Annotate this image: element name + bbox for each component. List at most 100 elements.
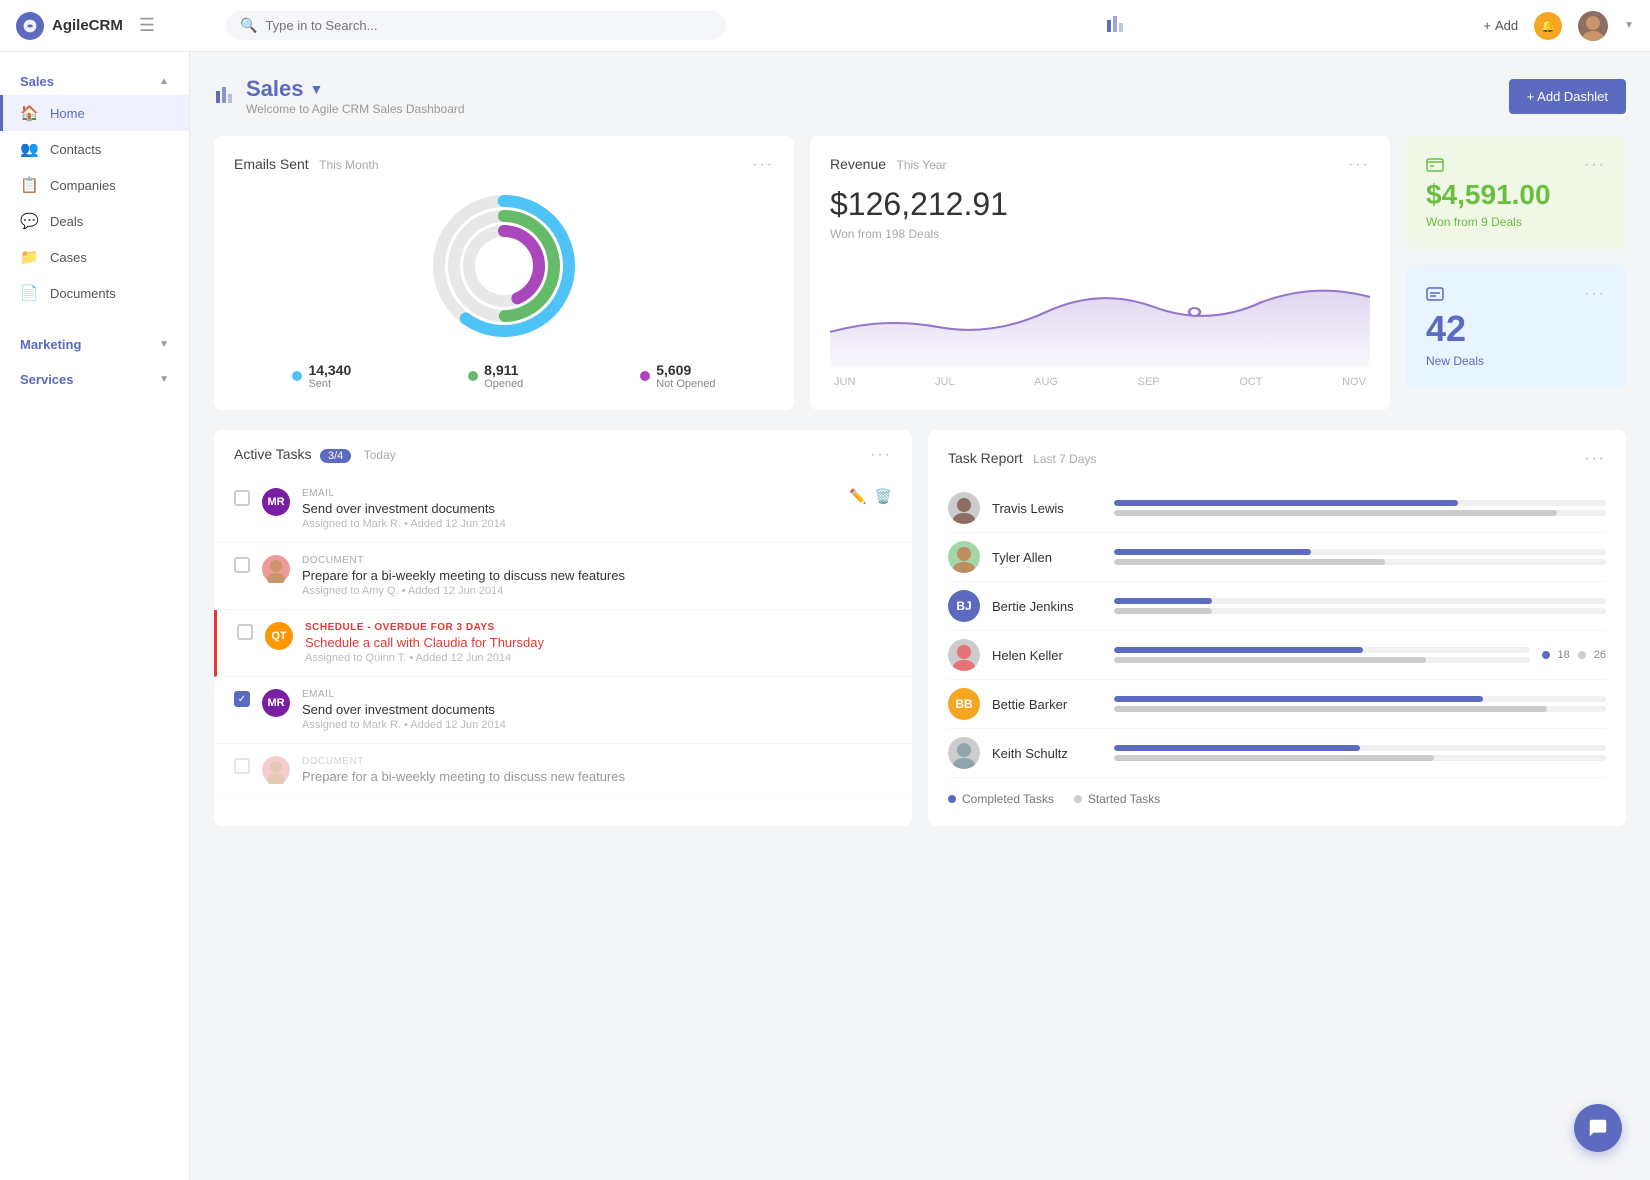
deals-won-amount: $4,591.00 — [1426, 179, 1606, 211]
task-actions-1: ✏️ 🗑️ — [849, 488, 892, 505]
user-menu-arrow[interactable]: ▼ — [1624, 20, 1634, 31]
revenue-card-header: Revenue This Year ··· — [830, 156, 1370, 174]
sidebar-item-cases[interactable]: 📁 Cases — [0, 239, 189, 275]
sidebar-item-companies[interactable]: 📋 Companies — [0, 167, 189, 203]
task-item-overdue: QT SCHEDULE - OVERDUE FOR 3 DAYS Schedul… — [214, 610, 912, 677]
deals-won-card: ··· $4,591.00 Won from 9 Deals — [1406, 136, 1626, 249]
tasks-header: Active Tasks 3/4 Today ··· — [214, 430, 912, 476]
deals-won-desc: Won from 9 Deals — [1426, 215, 1606, 229]
month-jun: JUN — [834, 376, 855, 388]
task-content-5: DOCUMENT Prepare for a bi-weekly meeting… — [302, 756, 892, 786]
report-name-bettie: Bettie Barker — [992, 697, 1102, 712]
add-dashlet-button[interactable]: + Add Dashlet — [1509, 79, 1626, 114]
report-card-menu[interactable]: ··· — [1584, 450, 1606, 468]
legend-completed-dot — [948, 795, 956, 803]
home-icon: 🏠 — [20, 104, 38, 122]
dashboard-title[interactable]: Sales ▼ — [246, 76, 465, 102]
report-item-helen: Helen Keller 18 26 — [948, 631, 1606, 680]
chat-bubble-button[interactable] — [1574, 1104, 1622, 1152]
search-bar: 🔍 — [226, 11, 726, 40]
search-input[interactable] — [265, 18, 712, 33]
task-avatar-3: QT — [265, 622, 293, 650]
dashboard-header: Sales ▼ Welcome to Agile CRM Sales Dashb… — [214, 76, 1626, 116]
dashboard-subtitle: Welcome to Agile CRM Sales Dashboard — [246, 102, 465, 116]
donut-chart — [234, 186, 774, 346]
emails-card-title-area: Emails Sent This Month — [234, 156, 379, 174]
revenue-chart: JUN JUL AUG SEP OCT NOV — [830, 257, 1370, 388]
donut-stats: 14,340 Sent 8,911 Opened — [234, 362, 774, 390]
report-avatar-travis — [948, 492, 980, 524]
revenue-card-menu[interactable]: ··· — [1348, 156, 1370, 174]
task-edit-icon[interactable]: ✏️ — [849, 488, 866, 505]
started-dot — [1578, 651, 1586, 659]
sidebar-item-documents[interactable]: 📄 Documents — [0, 275, 189, 311]
report-item-bertie: BJ Bertie Jenkins — [948, 582, 1606, 631]
sales-dropdown-arrow[interactable]: ▼ — [310, 81, 324, 97]
sidebar: Sales ▲ 🏠 Home 👥 Contacts 📋 Companies 💬 … — [0, 52, 190, 1180]
progress-bars-travis — [1114, 500, 1606, 516]
dashboard-icon — [214, 83, 236, 110]
report-name-keith: Keith Schultz — [992, 746, 1102, 761]
report-item-bettie: BB Bettie Barker — [948, 680, 1606, 729]
avatar[interactable] — [1578, 11, 1608, 41]
marketing-section-header[interactable]: Marketing ▼ — [0, 327, 189, 358]
new-deals-menu[interactable]: ··· — [1584, 285, 1606, 303]
sidebar-item-contacts[interactable]: 👥 Contacts — [0, 131, 189, 167]
bottom-row: Active Tasks 3/4 Today ··· MR EMAIL Send… — [214, 430, 1626, 826]
deals-won-icon — [1426, 156, 1444, 179]
task-checkbox-5[interactable] — [234, 758, 250, 774]
sales-section-header[interactable]: Sales ▲ — [0, 64, 189, 95]
task-delete-icon[interactable]: 🗑️ — [875, 488, 892, 505]
progress-bars-bettie — [1114, 696, 1606, 712]
helen-counts: 18 26 — [1542, 649, 1607, 661]
task-checkbox-1[interactable] — [234, 490, 250, 506]
add-button[interactable]: + Add — [1483, 18, 1518, 33]
notifications-button[interactable]: 🔔 — [1534, 12, 1562, 40]
task-avatar-2 — [262, 555, 290, 583]
completed-dot — [1542, 651, 1550, 659]
not-opened-dot — [640, 371, 650, 381]
top-cards-row: Emails Sent This Month ··· — [214, 136, 1626, 410]
services-section-header[interactable]: Services ▼ — [0, 362, 189, 393]
report-avatar-bettie: BB — [948, 688, 980, 720]
task-avatar-5 — [262, 756, 290, 784]
task-content-4: EMAIL Send over investment documents Ass… — [302, 689, 892, 731]
report-name-helen: Helen Keller — [992, 648, 1102, 663]
emails-card-header: Emails Sent This Month ··· — [234, 156, 774, 174]
opened-dot — [468, 371, 478, 381]
report-item-travis: Travis Lewis — [948, 484, 1606, 533]
sidebar-item-deals[interactable]: 💬 Deals — [0, 203, 189, 239]
emails-card-menu[interactable]: ··· — [752, 156, 774, 174]
stat-not-opened: 5,609 Not Opened — [640, 362, 715, 390]
report-item-keith: Keith Schultz — [948, 729, 1606, 778]
tasks-card-menu[interactable]: ··· — [870, 446, 892, 464]
hamburger-icon[interactable]: ☰ — [139, 15, 155, 36]
chevron-up-icon: ▲ — [159, 76, 169, 87]
report-avatar-helen — [948, 639, 980, 671]
month-jul: JUL — [935, 376, 955, 388]
legend-completed: Completed Tasks — [948, 792, 1054, 806]
progress-bars-tyler — [1114, 549, 1606, 565]
task-checkbox-2[interactable] — [234, 557, 250, 573]
month-oct: OCT — [1239, 376, 1262, 388]
new-deals-label: New Deals — [1426, 354, 1606, 368]
revenue-card: Revenue This Year ··· $126,212.91 Won fr… — [810, 136, 1390, 410]
topnav: AgileCRM ☰ 🔍 + Add 🔔 ▼ — [0, 0, 1650, 52]
revenue-description: Won from 198 Deals — [830, 227, 1370, 241]
companies-icon: 📋 — [20, 176, 38, 194]
sidebar-item-home[interactable]: 🏠 Home — [0, 95, 189, 131]
report-avatar-tyler — [948, 541, 980, 573]
chart-months: JUN JUL AUG SEP OCT NOV — [830, 376, 1370, 388]
nav-center — [746, 12, 1483, 40]
marketing-chevron-icon: ▼ — [159, 339, 169, 350]
progress-bars-bertie — [1114, 598, 1606, 614]
main-content: Sales ▼ Welcome to Agile CRM Sales Dashb… — [190, 52, 1650, 1180]
documents-icon: 📄 — [20, 284, 38, 302]
task-report-card: Task Report Last 7 Days ··· Travis Lewis — [928, 430, 1626, 826]
search-icon: 🔍 — [240, 17, 257, 34]
deals-won-menu[interactable]: ··· — [1584, 156, 1606, 174]
task-checkbox-3[interactable] — [237, 624, 253, 640]
legend-started: Started Tasks — [1074, 792, 1160, 806]
task-checkbox-4[interactable]: ✓ — [234, 691, 250, 707]
stat-sent: 14,340 Sent — [292, 362, 351, 390]
